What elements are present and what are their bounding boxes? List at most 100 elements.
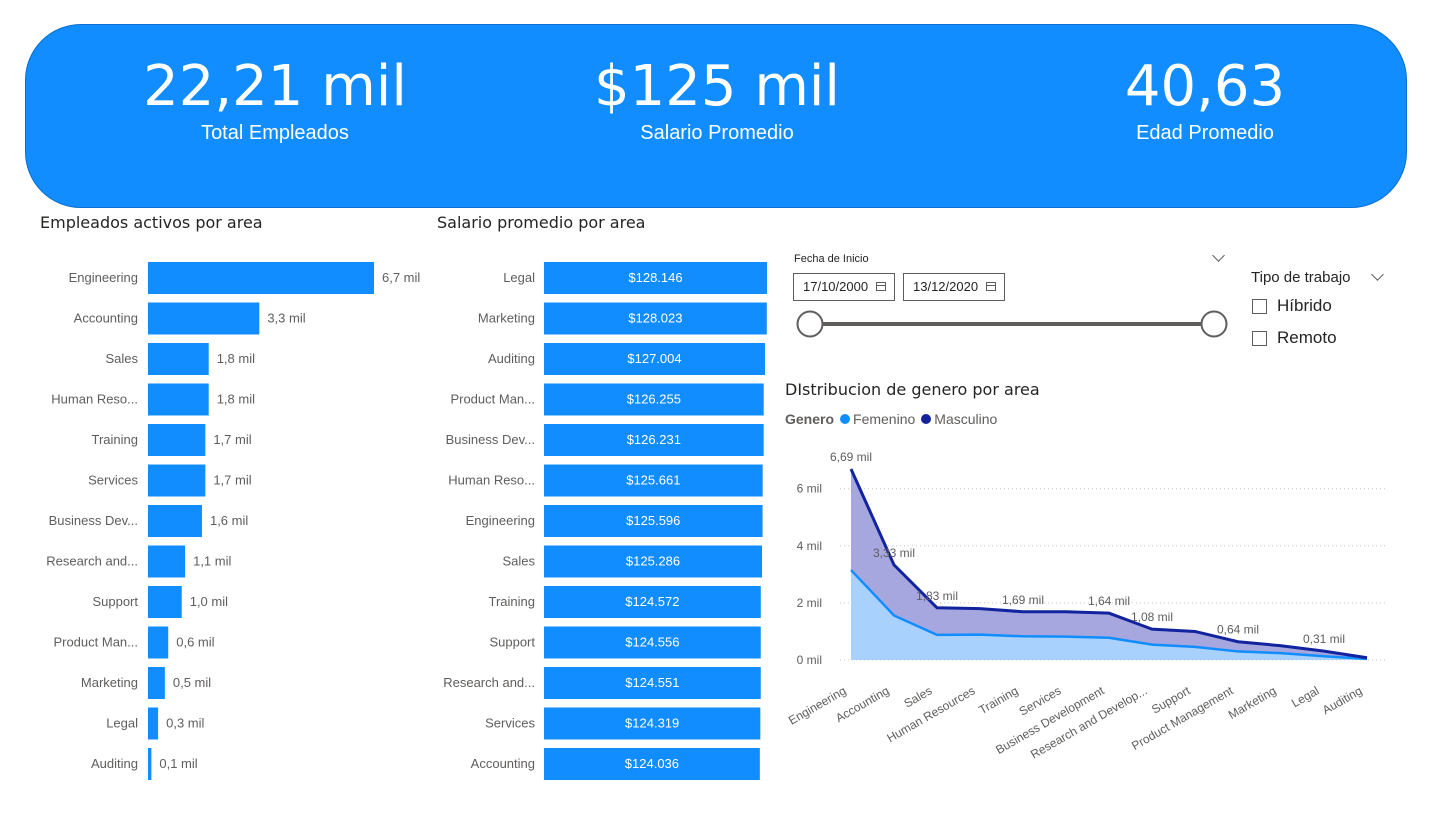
option-remoto[interactable]: Remoto — [1252, 328, 1337, 348]
salario-chart-title: Salario promedio por area — [437, 213, 646, 232]
genero-area-chart: 0 mil 2 mil 4 mil 6 mil 6,69 mil 3,33 mil 1,83… — [786, 450, 1386, 762]
empleados-bar-chart: Engineering 6,7 mil Accounting 3,3 mil Sales… — [46, 262, 420, 780]
category-label: Sales — [105, 351, 138, 366]
total-label: 0,31 mil — [1303, 632, 1345, 646]
tipo-slicer-title: Tipo de trabajo — [1251, 269, 1351, 286]
bar[interactable] — [148, 262, 374, 294]
data-label: $124.556 — [625, 635, 679, 650]
data-label: 1,7 mil — [213, 432, 251, 447]
category-label: Services — [88, 473, 138, 488]
category-label: Services — [485, 716, 535, 731]
data-label: $126.255 — [627, 392, 681, 407]
data-label: 1,0 mil — [190, 594, 228, 609]
data-label: 0,1 mil — [159, 756, 197, 771]
fecha-slicer-title: Fecha de Inicio — [794, 253, 869, 265]
category-label: Research and... — [443, 675, 535, 690]
total-label: 1,08 mil — [1131, 610, 1173, 624]
total-label: 1,83 mil — [916, 589, 958, 603]
chevron-down-icon[interactable] — [1212, 249, 1225, 262]
data-label: 6,7 mil — [382, 270, 420, 285]
y-tick-label: 2 mil — [797, 596, 822, 610]
kpi-total-empleados: 22,21 mil Total Empleados — [95, 56, 455, 146]
category-label: Business Dev... — [446, 432, 535, 447]
bar[interactable] — [148, 343, 209, 375]
slider-start-handle[interactable] — [796, 310, 824, 338]
category-label: Engineering — [69, 270, 138, 285]
category-label: Sales — [502, 554, 535, 569]
category-label: Training — [489, 594, 535, 609]
legend-label: Femenino — [853, 411, 916, 427]
y-tick-label: 6 mil — [797, 482, 822, 496]
bar[interactable] — [148, 545, 186, 578]
date-range-slider[interactable] — [790, 305, 1240, 345]
calendar-icon[interactable] — [876, 282, 886, 291]
checkbox[interactable] — [1252, 330, 1267, 346]
bar[interactable] — [148, 586, 182, 618]
x-tick-label: Training — [976, 683, 1020, 717]
x-tick-label: Marketing — [1226, 683, 1279, 721]
data-label: 1,6 mil — [210, 513, 248, 528]
category-label: Marketing — [478, 311, 535, 326]
data-label: $124.572 — [625, 594, 679, 609]
bar[interactable] — [148, 748, 152, 780]
y-tick-label: 0 mil — [797, 653, 822, 667]
data-label: 1,7 mil — [213, 473, 251, 488]
total-label: 1,64 mil — [1088, 594, 1130, 608]
kpi-edad-promedio: 40,63 Edad Promedio — [1025, 56, 1385, 146]
data-label: $124.551 — [625, 675, 679, 690]
option-label: Híbrido — [1277, 296, 1332, 315]
bar[interactable] — [148, 383, 209, 416]
category-label: Support — [489, 635, 535, 650]
bar[interactable] — [148, 667, 165, 699]
calendar-icon[interactable] — [986, 282, 996, 291]
category-label: Human Reso... — [448, 473, 535, 488]
category-label: Legal — [106, 716, 138, 731]
data-label: 3,3 mil — [267, 311, 305, 326]
category-label: Training — [92, 432, 138, 447]
legend-dot — [840, 414, 851, 424]
category-label: Auditing — [488, 351, 535, 366]
kpi-label: Total Empleados — [201, 122, 349, 144]
data-label: $128.023 — [628, 311, 682, 326]
data-label: 1,1 mil — [193, 554, 231, 569]
end-date-value: 13/12/2020 — [913, 279, 979, 294]
total-label: 1,69 mil — [1002, 593, 1044, 607]
data-label: 0,5 mil — [173, 675, 211, 690]
start-date-input[interactable]: 17/10/2000 — [793, 273, 895, 301]
category-label: Accounting — [471, 756, 535, 771]
data-label: $124.036 — [625, 756, 679, 771]
legend-label: Masculino — [934, 411, 998, 427]
x-tick-label: Auditing — [1320, 683, 1365, 717]
bar[interactable] — [148, 302, 260, 335]
category-label: Research and... — [46, 554, 138, 569]
x-tick-label: Legal — [1289, 683, 1321, 710]
category-label: Legal — [503, 270, 535, 285]
option-hibrido[interactable]: Híbrido — [1252, 296, 1332, 316]
data-label: 1,8 mil — [217, 392, 255, 407]
legend-item-masculino[interactable]: Masculino — [921, 411, 997, 427]
data-label: 0,6 mil — [176, 635, 214, 650]
legend-item-femenino[interactable]: Femenino — [840, 411, 915, 427]
category-label: Marketing — [81, 675, 138, 690]
bar[interactable] — [148, 626, 169, 659]
end-date-input[interactable]: 13/12/2020 — [903, 273, 1005, 301]
total-label: 0,64 mil — [1217, 623, 1259, 637]
empleados-chart-title: Empleados activos por area — [40, 213, 263, 232]
data-label: $128.146 — [628, 270, 682, 285]
bar[interactable] — [148, 505, 202, 537]
bar[interactable] — [148, 424, 206, 456]
checkbox[interactable] — [1252, 298, 1267, 314]
bar[interactable] — [148, 707, 159, 740]
slider-end-handle[interactable] — [1200, 310, 1228, 338]
data-label: $127.004 — [627, 351, 681, 366]
category-label: Product Man... — [53, 635, 138, 650]
genero-legend: Genero Femenino Masculino — [785, 411, 1003, 427]
genero-chart-title: DIstribucion de genero por area — [785, 380, 1040, 399]
start-date-value: 17/10/2000 — [803, 279, 869, 294]
kpi-label: Salario Promedio — [640, 122, 794, 144]
bar[interactable] — [148, 464, 206, 497]
data-label: 0,3 mil — [166, 716, 204, 731]
chevron-down-icon[interactable] — [1371, 268, 1384, 281]
category-label: Accounting — [74, 311, 138, 326]
data-label: $125.661 — [626, 473, 680, 488]
